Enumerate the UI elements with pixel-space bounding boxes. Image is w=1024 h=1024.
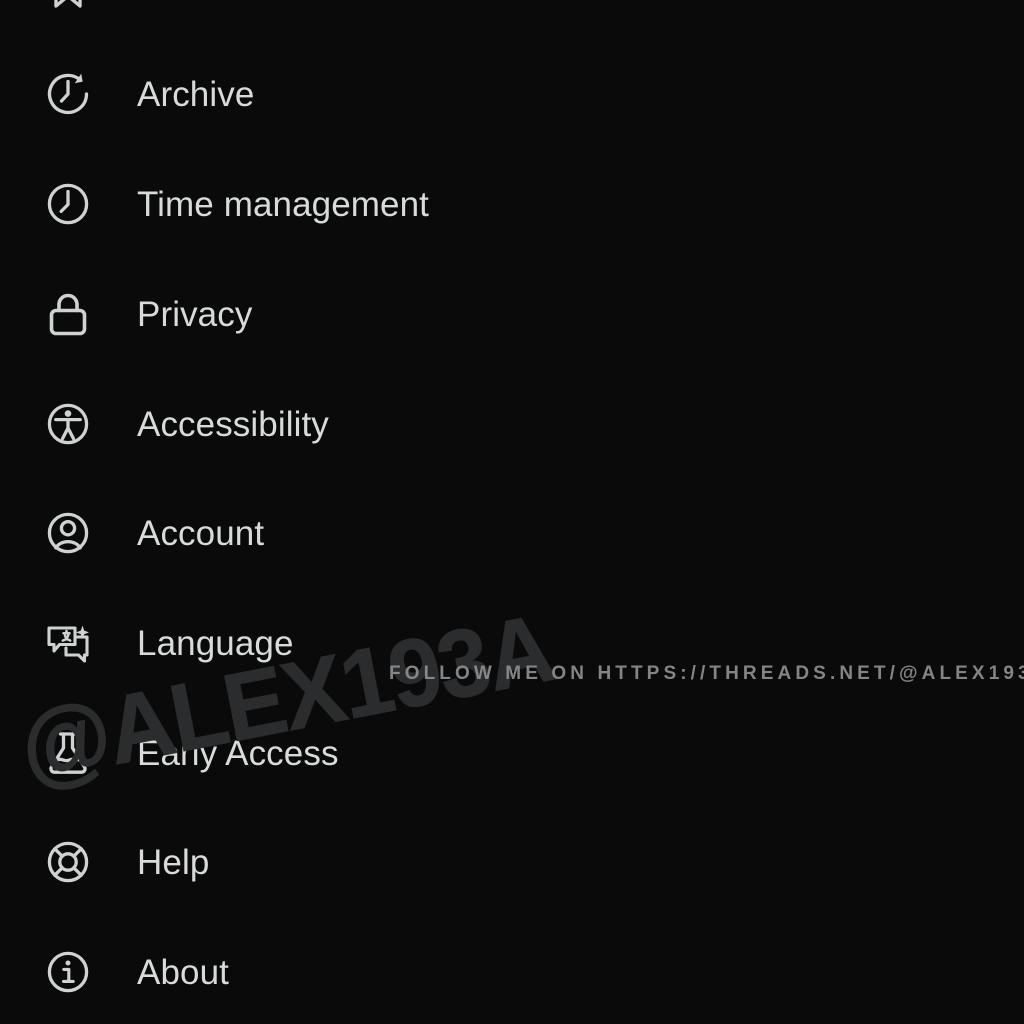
settings-screen: Archive Time management Privacy Accessib… bbox=[0, 0, 1024, 1024]
archive-history-icon bbox=[42, 68, 94, 120]
settings-list: Archive Time management Privacy Accessib… bbox=[0, 0, 1024, 1024]
settings-row-privacy[interactable]: Privacy bbox=[0, 266, 1024, 362]
settings-row-archive[interactable]: Archive bbox=[0, 46, 1024, 142]
account-circle-icon bbox=[42, 507, 94, 559]
translate-icon bbox=[42, 617, 94, 669]
bookmark-icon bbox=[42, 0, 94, 14]
info-circle-icon bbox=[42, 946, 94, 998]
settings-row-time-management[interactable]: Time management bbox=[0, 156, 1024, 252]
accessibility-icon bbox=[42, 398, 94, 450]
settings-row-account[interactable]: Account bbox=[0, 485, 1024, 581]
settings-row-help-label: Help bbox=[137, 842, 210, 882]
settings-row-clipped[interactable] bbox=[0, 0, 1024, 40]
settings-row-about-label: About bbox=[137, 952, 229, 992]
lock-icon bbox=[42, 288, 94, 340]
settings-row-accessibility-label: Accessibility bbox=[137, 404, 329, 444]
lifebuoy-icon bbox=[42, 836, 94, 888]
settings-row-accessibility[interactable]: Accessibility bbox=[0, 376, 1024, 472]
settings-row-archive-label: Archive bbox=[137, 74, 255, 114]
settings-row-help[interactable]: Help bbox=[0, 814, 1024, 910]
clock-icon bbox=[42, 178, 94, 230]
settings-row-account-label: Account bbox=[137, 513, 265, 553]
settings-row-privacy-label: Privacy bbox=[137, 294, 253, 334]
settings-row-time-management-label: Time management bbox=[137, 184, 429, 224]
settings-row-about[interactable]: About bbox=[0, 924, 1024, 1020]
url-watermark: FOLLOW ME ON HTTPS://THREADS.NET/@ALEX19… bbox=[389, 663, 1024, 684]
